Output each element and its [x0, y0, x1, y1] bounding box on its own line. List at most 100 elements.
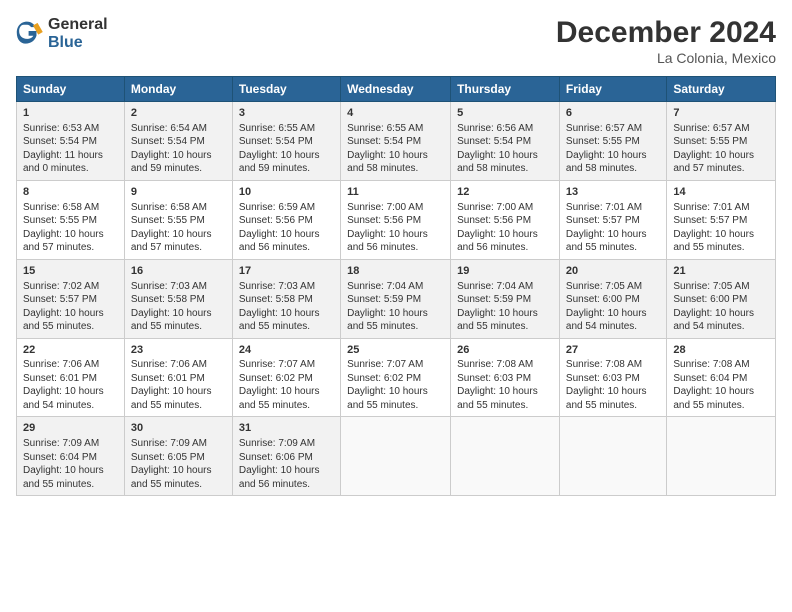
day-number: 17	[239, 264, 334, 279]
day-info-line: and 55 minutes.	[23, 320, 118, 334]
day-info-line: and 55 minutes.	[131, 478, 226, 492]
page-container: General Blue December 2024 La Colonia, M…	[0, 0, 792, 612]
day-info-line: Daylight: 10 hours	[457, 228, 553, 242]
day-info-line: Sunrise: 7:04 AM	[347, 280, 444, 294]
day-info-line: Sunrise: 7:08 AM	[566, 358, 660, 372]
day-info-line: Sunset: 5:55 PM	[23, 214, 118, 228]
calendar-cell: 13Sunrise: 7:01 AMSunset: 5:57 PMDayligh…	[559, 180, 666, 259]
day-info-line: Daylight: 10 hours	[239, 307, 334, 321]
day-info-line: and 55 minutes.	[566, 241, 660, 255]
calendar-cell: 26Sunrise: 7:08 AMSunset: 6:03 PMDayligh…	[451, 338, 560, 417]
day-info-line: Daylight: 10 hours	[347, 385, 444, 399]
calendar-cell: 12Sunrise: 7:00 AMSunset: 5:56 PMDayligh…	[451, 180, 560, 259]
day-info-line: Daylight: 10 hours	[457, 385, 553, 399]
day-info-line: Sunrise: 7:00 AM	[457, 201, 553, 215]
calendar-table: Sunday Monday Tuesday Wednesday Thursday…	[16, 76, 776, 496]
day-info-line: Sunrise: 7:08 AM	[457, 358, 553, 372]
day-info-line: Sunset: 5:55 PM	[673, 135, 769, 149]
day-info-line: and 56 minutes.	[457, 241, 553, 255]
day-info-line: Daylight: 10 hours	[457, 149, 553, 163]
calendar-cell: 16Sunrise: 7:03 AMSunset: 5:58 PMDayligh…	[124, 259, 232, 338]
day-number: 22	[23, 343, 118, 358]
day-info-line: and 56 minutes.	[239, 478, 334, 492]
day-info-line: Sunrise: 6:53 AM	[23, 122, 118, 136]
day-number: 10	[239, 185, 334, 200]
day-info-line: Sunset: 5:55 PM	[131, 214, 226, 228]
day-number: 31	[239, 421, 334, 436]
day-number: 23	[131, 343, 226, 358]
day-info-line: and 59 minutes.	[131, 162, 226, 176]
calendar-cell: 15Sunrise: 7:02 AMSunset: 5:57 PMDayligh…	[17, 259, 125, 338]
day-number: 3	[239, 106, 334, 121]
day-number: 7	[673, 106, 769, 121]
calendar-header-row: Sunday Monday Tuesday Wednesday Thursday…	[17, 77, 776, 102]
day-info-line: and 58 minutes.	[347, 162, 444, 176]
col-wednesday: Wednesday	[341, 77, 451, 102]
day-info-line: Sunrise: 6:57 AM	[566, 122, 660, 136]
location: La Colonia, Mexico	[556, 50, 776, 66]
day-info-line: Sunrise: 6:59 AM	[239, 201, 334, 215]
day-info-line: Sunrise: 7:01 AM	[673, 201, 769, 215]
day-info-line: Sunrise: 7:05 AM	[673, 280, 769, 294]
calendar-cell: 19Sunrise: 7:04 AMSunset: 5:59 PMDayligh…	[451, 259, 560, 338]
day-info-line: Daylight: 10 hours	[566, 149, 660, 163]
day-info-line: Sunrise: 7:09 AM	[23, 437, 118, 451]
calendar-cell: 18Sunrise: 7:04 AMSunset: 5:59 PMDayligh…	[341, 259, 451, 338]
day-info-line: and 55 minutes.	[23, 478, 118, 492]
col-tuesday: Tuesday	[232, 77, 340, 102]
day-info-line: Daylight: 10 hours	[131, 149, 226, 163]
day-info-line: and 57 minutes.	[131, 241, 226, 255]
day-number: 25	[347, 343, 444, 358]
day-info-line: Daylight: 10 hours	[239, 464, 334, 478]
day-info-line: Sunset: 6:03 PM	[457, 372, 553, 386]
day-info-line: and 55 minutes.	[347, 399, 444, 413]
day-info-line: Sunrise: 7:03 AM	[239, 280, 334, 294]
calendar-cell: 24Sunrise: 7:07 AMSunset: 6:02 PMDayligh…	[232, 338, 340, 417]
day-info-line: and 59 minutes.	[239, 162, 334, 176]
day-info-line: Sunrise: 7:05 AM	[566, 280, 660, 294]
day-number: 28	[673, 343, 769, 358]
day-info-line: Sunset: 5:59 PM	[457, 293, 553, 307]
day-number: 27	[566, 343, 660, 358]
calendar-cell	[451, 417, 560, 496]
day-info-line: and 56 minutes.	[239, 241, 334, 255]
day-info-line: Daylight: 10 hours	[673, 228, 769, 242]
day-info-line: and 55 minutes.	[347, 320, 444, 334]
calendar-cell: 1Sunrise: 6:53 AMSunset: 5:54 PMDaylight…	[17, 102, 125, 181]
calendar-cell	[667, 417, 776, 496]
day-info-line: Daylight: 10 hours	[131, 307, 226, 321]
logo-text: General Blue	[48, 16, 108, 51]
calendar-cell: 4Sunrise: 6:55 AMSunset: 5:54 PMDaylight…	[341, 102, 451, 181]
day-info-line: Sunrise: 7:08 AM	[673, 358, 769, 372]
col-monday: Monday	[124, 77, 232, 102]
calendar-week-row: 15Sunrise: 7:02 AMSunset: 5:57 PM Dayligh…	[17, 259, 776, 338]
day-info-line: Sunrise: 6:56 AM	[457, 122, 553, 136]
day-info-line: and 55 minutes.	[457, 320, 553, 334]
day-info-line: Daylight: 10 hours	[673, 307, 769, 321]
day-info-line: and 55 minutes.	[239, 320, 334, 334]
day-number: 26	[457, 343, 553, 358]
day-info-line: and 55 minutes.	[673, 399, 769, 413]
day-info-line: Sunrise: 7:07 AM	[347, 358, 444, 372]
day-info-line: Sunrise: 7:02 AM	[23, 280, 118, 294]
day-info-line: Sunset: 6:06 PM	[239, 451, 334, 465]
calendar-cell: 31Sunrise: 7:09 AMSunset: 6:06 PMDayligh…	[232, 417, 340, 496]
day-info-line: and 55 minutes.	[239, 399, 334, 413]
day-info-line: Sunset: 5:57 PM	[23, 293, 118, 307]
day-info-line: Sunrise: 7:06 AM	[23, 358, 118, 372]
day-number: 4	[347, 106, 444, 121]
day-info-line: and 0 minutes.	[23, 162, 118, 176]
day-number: 15	[23, 264, 118, 279]
day-info-line: Daylight: 10 hours	[131, 228, 226, 242]
calendar-cell: 27Sunrise: 7:08 AMSunset: 6:03 PMDayligh…	[559, 338, 666, 417]
day-info-line: Sunset: 5:56 PM	[347, 214, 444, 228]
header: General Blue December 2024 La Colonia, M…	[16, 16, 776, 66]
day-info-line: Daylight: 10 hours	[23, 228, 118, 242]
day-info-line: Sunset: 5:59 PM	[347, 293, 444, 307]
logo-blue-text: Blue	[48, 34, 108, 52]
logo-general-text: General	[48, 16, 108, 34]
day-info-line: Daylight: 10 hours	[239, 385, 334, 399]
day-number: 9	[131, 185, 226, 200]
day-info-line: Sunset: 6:00 PM	[673, 293, 769, 307]
calendar-cell	[341, 417, 451, 496]
